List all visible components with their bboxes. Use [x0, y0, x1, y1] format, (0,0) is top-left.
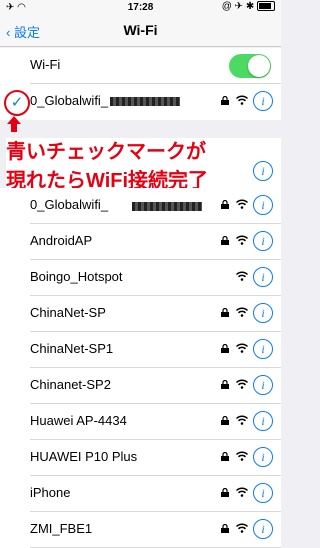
wifi-toggle-label: Wi-Fi	[30, 57, 61, 72]
wifi-toggle[interactable]	[229, 54, 271, 78]
info-icon[interactable]: i	[253, 519, 273, 539]
network-row[interactable]: ZMI_FBE1 i	[0, 512, 281, 548]
network-row[interactable]: HUAWEI P10 Plus i	[0, 440, 281, 476]
network-name: Chinanet-SP2	[30, 377, 111, 392]
connected-network-row[interactable]: ✓ 0_Globalwifi_ i	[0, 84, 281, 120]
network-name: 0_Globalwifi_	[30, 197, 109, 212]
network-name: HUAWEI P10 Plus	[30, 449, 138, 464]
wifi-icon	[236, 307, 248, 317]
info-icon[interactable]: i	[253, 195, 273, 215]
wifi-icon	[236, 343, 248, 353]
info-icon[interactable]: i	[253, 447, 273, 467]
lock-icon	[221, 96, 229, 105]
network-row[interactable]: Chinanet-SP2 i	[0, 368, 281, 404]
wifi-toggle-row: Wi-Fi	[0, 48, 281, 84]
wifi-icon	[236, 523, 248, 533]
network-name: iPhone	[30, 485, 71, 500]
info-icon[interactable]: i	[253, 267, 273, 287]
wifi-icon	[236, 415, 248, 425]
info-icon[interactable]: i	[253, 411, 273, 431]
lock-icon	[221, 524, 229, 533]
wifi-icon	[236, 235, 248, 245]
lock-icon	[221, 236, 229, 245]
wifi-icon	[236, 451, 248, 461]
info-icon[interactable]: i	[253, 161, 273, 181]
redacted-text	[110, 97, 181, 107]
network-row[interactable]: ChinaNet-SP i	[0, 296, 281, 332]
wifi-icon	[236, 487, 248, 497]
network-row[interactable]: Huawei AP-4434 i	[0, 404, 281, 440]
lock-icon	[221, 488, 229, 497]
info-icon[interactable]: i	[253, 339, 273, 359]
wifi-icon	[236, 199, 248, 209]
battery-icon	[257, 1, 275, 12]
network-name: ChinaNet-SP	[30, 305, 106, 320]
lock-icon	[221, 308, 229, 317]
network-row[interactable]: Boingo_Hotspot i	[0, 260, 281, 296]
info-icon[interactable]: i	[253, 91, 273, 111]
info-icon[interactable]: i	[253, 231, 273, 251]
annotation-line-1: 青いチェックマークが	[6, 141, 206, 163]
lock-icon	[221, 344, 229, 353]
page-title: Wi-Fi	[123, 22, 158, 38]
nav-bar: ‹ 設定 Wi-Fi	[0, 16, 281, 47]
network-row[interactable]: AndroidAP i	[0, 224, 281, 260]
status-icons: @ ✈ ✱	[222, 1, 275, 12]
wifi-icon	[236, 271, 248, 281]
network-name: AndroidAP	[30, 233, 93, 248]
network-name: Boingo_Hotspot	[30, 269, 123, 284]
lock-icon	[221, 200, 229, 209]
network-row[interactable]: 0_Globalwifi_ i	[0, 188, 281, 224]
network-name: Huawei AP-4434	[30, 413, 127, 428]
lock-icon	[221, 452, 229, 461]
network-name: ZMI_FBE1	[30, 521, 93, 536]
connected-network-name: 0_Globalwifi_	[30, 93, 109, 108]
info-icon[interactable]: i	[253, 483, 273, 503]
info-icon[interactable]: i	[253, 303, 273, 323]
status-bar: ✈︎ ︎◠ 17:28 @ ✈ ✱	[0, 0, 281, 16]
red-arrow-icon	[7, 116, 21, 132]
wifi-icon	[236, 379, 248, 389]
network-row[interactable]: ChinaNet-SP1 i	[0, 332, 281, 368]
info-icon[interactable]: i	[253, 375, 273, 395]
wifi-icon	[236, 95, 248, 105]
lock-icon	[221, 416, 229, 425]
lock-icon	[221, 380, 229, 389]
redacted-text	[132, 202, 202, 211]
network-name: ChinaNet-SP1	[30, 341, 114, 356]
network-row[interactable]: iPhone i	[0, 476, 281, 512]
checkmark-icon: ✓	[4, 90, 30, 116]
